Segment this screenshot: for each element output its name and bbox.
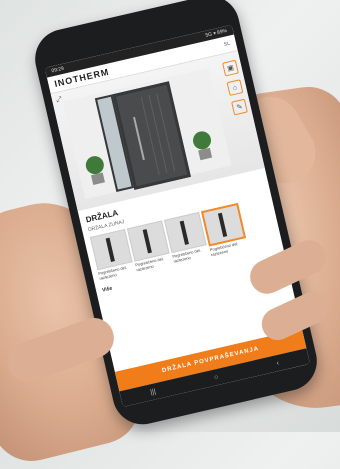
expand-icon[interactable]: ⤢	[56, 96, 63, 105]
door-groove	[148, 95, 168, 174]
handle-image	[126, 220, 170, 262]
handle-image	[89, 228, 133, 271]
tool-icons: ▣ ⌂ ✎	[222, 59, 248, 116]
recent-apps-icon[interactable]: |||	[150, 388, 157, 396]
handle-image	[200, 202, 247, 247]
handle-option[interactable]: Pogrebčeno del. raztezeno	[89, 228, 134, 283]
edit-icon[interactable]: ✎	[231, 98, 248, 116]
back-icon[interactable]: ‹	[276, 359, 280, 366]
handle-image	[163, 211, 207, 254]
handle-option[interactable]: Pogrebčeno del. raztezeno	[163, 211, 208, 266]
language-selector[interactable]: SL	[223, 41, 230, 48]
door-groove	[156, 93, 176, 172]
door-handle	[133, 116, 145, 161]
house-icon[interactable]: ⌂	[226, 79, 244, 96]
handle-option-selected[interactable]: Pogrebčeno del. raztezeno	[200, 202, 247, 258]
door-groove	[140, 96, 160, 175]
home-icon[interactable]: ○	[213, 373, 219, 381]
handle-option[interactable]: Pogrebčeno del. raztezeno	[126, 220, 171, 275]
view-icon[interactable]: ▣	[222, 59, 239, 77]
